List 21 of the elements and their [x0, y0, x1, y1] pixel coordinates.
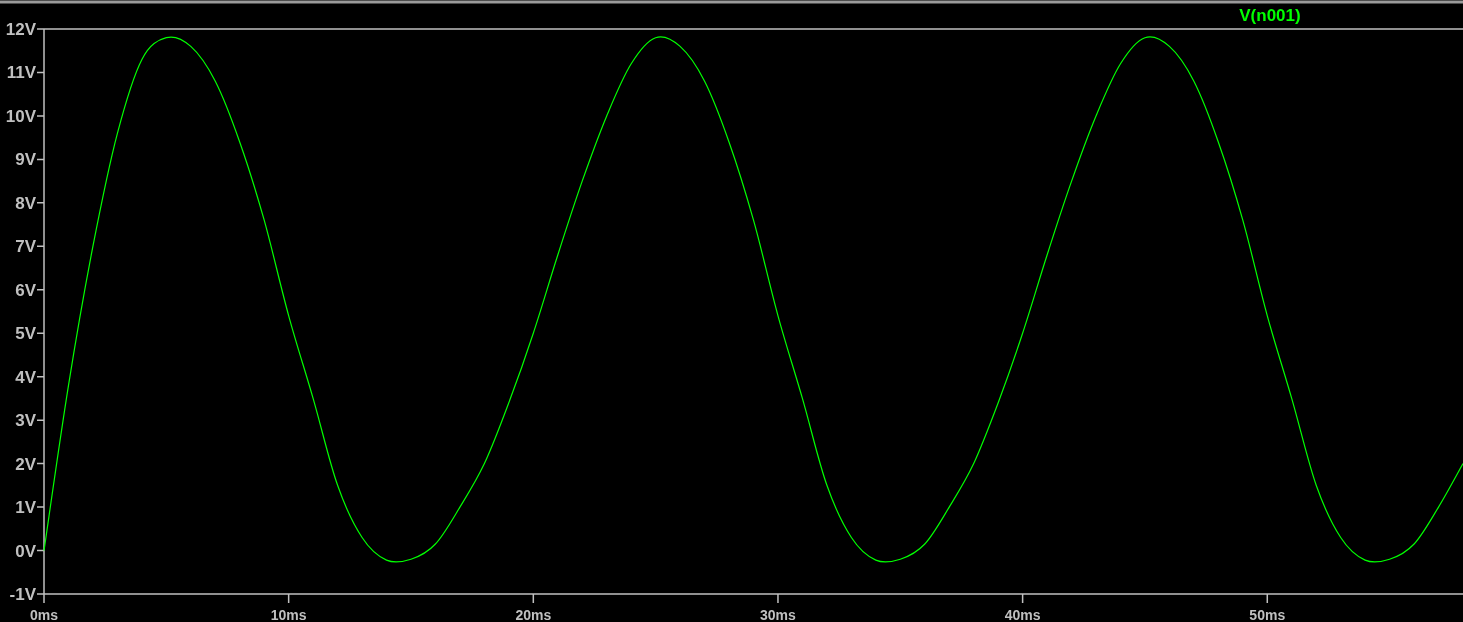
trace-label[interactable]: V(n001) [1239, 6, 1301, 25]
y-tick-label: 6V [15, 280, 36, 300]
y-tick-label: 12V [5, 20, 36, 39]
x-tick-label: 40ms [1004, 607, 1041, 622]
y-tick-label: 2V [15, 454, 36, 474]
x-tick-label: 20ms [515, 607, 552, 622]
y-tick-label: 11V [6, 63, 36, 83]
y-tick-label: 5V [15, 324, 36, 344]
y-tick-label: 10V [5, 106, 36, 126]
y-tick-label: -1V [9, 585, 36, 604]
x-tick-label: 30ms [760, 607, 796, 622]
x-tick-label: 50ms [1249, 607, 1286, 622]
y-tick-label: 4V [15, 367, 36, 387]
y-tick-label: 7V [15, 237, 36, 257]
y-tick-label: 3V [15, 411, 36, 431]
y-tick-label: 1V [15, 498, 36, 518]
y-tick-label: 0V [15, 541, 36, 561]
y-tick-label: 8V [15, 193, 36, 213]
x-tick-label: 10ms [270, 607, 307, 622]
x-tick-label: 0ms [30, 607, 58, 622]
y-tick-label: 9V [15, 150, 36, 170]
